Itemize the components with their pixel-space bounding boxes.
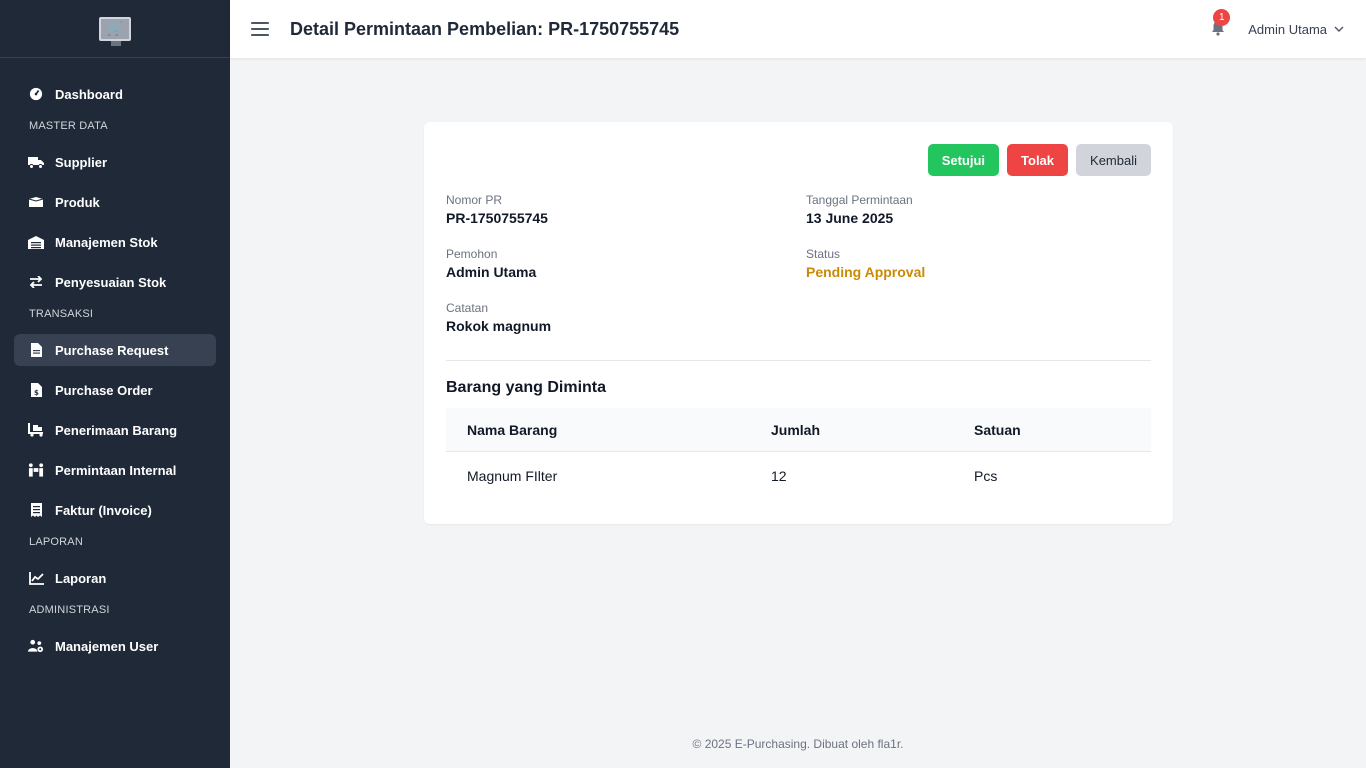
sidebar-nav: Dashboard MASTER DATA Supplier Produk Ma… [0,58,230,662]
sidebar-item-label: Supplier [55,154,108,170]
sidebar-item-supplier[interactable]: Supplier [14,146,216,178]
exchange-arrows-icon [28,274,44,290]
box-open-icon [28,194,44,210]
field-value: Admin Utama [446,264,537,280]
table-row: Magnum FIlter 12 Pcs [446,452,1151,500]
sidebar-item-label: Purchase Order [55,382,153,398]
sidebar-item-purchase-order[interactable]: $ Purchase Order [14,374,216,406]
field-pemohon: Pemohon Admin Utama [446,247,536,280]
sidebar-item-penerimaan-barang[interactable]: Penerimaan Barang [14,414,216,446]
back-button[interactable]: Kembali [1076,144,1151,176]
dolly-icon [28,422,44,438]
field-label: Nomor PR [446,193,503,207]
file-invoice-dollar-icon: $ [28,382,44,398]
sidebar-item-penyesuaian-stok[interactable]: Penyesuaian Stok [14,266,216,298]
svg-text:$: $ [34,389,39,397]
sidebar-item-label: Manajemen User [55,638,159,654]
app-logo[interactable]: 🛒 [0,0,230,58]
users-cog-icon [28,638,44,654]
chevron-down-icon [1334,26,1344,32]
field-label: Status [806,247,841,261]
sidebar: 🛒 Dashboard MASTER DATA Supplier Produk … [0,0,230,768]
section-master-data: MASTER DATA [29,120,108,132]
user-menu[interactable]: Admin Utama [1248,22,1344,37]
field-label: Tanggal Permintaan [806,193,913,207]
section-laporan: LAPORAN [29,536,83,548]
table-cell: 12 [771,468,787,484]
field-nomor-pr: Nomor PR PR-1750755745 [446,193,548,226]
sidebar-item-manajemen-user[interactable]: Manajemen User [14,630,216,662]
truck-icon [28,154,44,170]
sidebar-item-label: Dashboard [55,86,123,102]
notification-bell-icon[interactable]: 1 [1210,9,1231,38]
sidebar-item-label: Penyesuaian Stok [55,274,167,290]
column-header: Nama Barang [467,421,558,438]
sidebar-item-produk[interactable]: Produk [14,186,216,218]
receipt-icon [28,502,44,518]
action-buttons: Setujui Tolak Kembali [927,144,1151,176]
sidebar-item-laporan[interactable]: Laporan [14,562,216,594]
sidebar-item-permintaan-internal[interactable]: Permintaan Internal [14,454,216,486]
sidebar-item-manajemen-stok[interactable]: Manajemen Stok [14,226,216,258]
column-header: Satuan [974,421,1021,438]
sidebar-item-label: Manajemen Stok [55,234,158,250]
field-label: Pemohon [446,247,498,261]
user-name: Admin Utama [1248,21,1327,37]
approve-button[interactable]: Setujui [927,144,1000,176]
items-table: Nama Barang Jumlah Satuan Magnum FIlter … [446,408,1151,500]
field-value: Rokok magnum [446,318,552,334]
sidebar-item-label: Purchase Request [55,342,169,358]
field-tanggal: Tanggal Permintaan 13 June 2025 [806,193,913,226]
detail-card: Setujui Tolak Kembali Nomor PR PR-175075… [424,122,1173,524]
sidebar-item-label: Penerimaan Barang [55,422,178,438]
column-header: Jumlah [771,421,821,438]
field-value: PR-1750755745 [446,210,548,226]
file-icon [28,342,44,358]
sidebar-item-dashboard[interactable]: Dashboard [14,78,216,110]
sidebar-item-label: Produk [55,194,100,210]
sidebar-item-label: Laporan [55,570,107,586]
table-header: Nama Barang Jumlah Satuan [446,408,1151,452]
section-transaksi: TRANSAKSI [29,308,94,320]
field-status: Status Pending Approval [806,247,925,280]
field-label: Catatan [446,301,489,315]
page-title: Detail Permintaan Pembelian: PR-17507557… [290,18,680,39]
gauge-icon [28,86,44,102]
field-value: 13 June 2025 [806,210,894,226]
sidebar-item-label: Permintaan Internal [55,462,177,478]
table-cell: Pcs [974,468,998,484]
table-cell: Magnum FIlter [467,468,558,484]
chart-line-icon [28,570,44,586]
monitor-cart-icon: 🛒 [99,16,131,46]
items-section-title: Barang yang Diminta [446,379,607,396]
warehouse-icon [28,234,44,250]
footer: © 2025 E-Purchasing. Dibuat oleh fla1r. [692,737,904,751]
sidebar-item-label: Faktur (Invoice) [55,502,152,518]
hamburger-menu-icon[interactable] [251,22,269,36]
field-catatan: Catatan Rokok magnum [446,301,551,334]
sidebar-item-faktur[interactable]: Faktur (Invoice) [14,494,216,526]
top-header: Detail Permintaan Pembelian: PR-17507557… [230,0,1366,58]
notification-badge: 1 [1213,9,1231,26]
sidebar-item-purchase-request[interactable]: Purchase Request [14,334,216,366]
divider [446,360,1151,361]
section-administrasi: ADMINISTRASI [29,604,110,616]
reject-button[interactable]: Tolak [1007,144,1069,176]
status-badge: Pending Approval [806,264,926,280]
people-carry-icon [28,462,44,478]
